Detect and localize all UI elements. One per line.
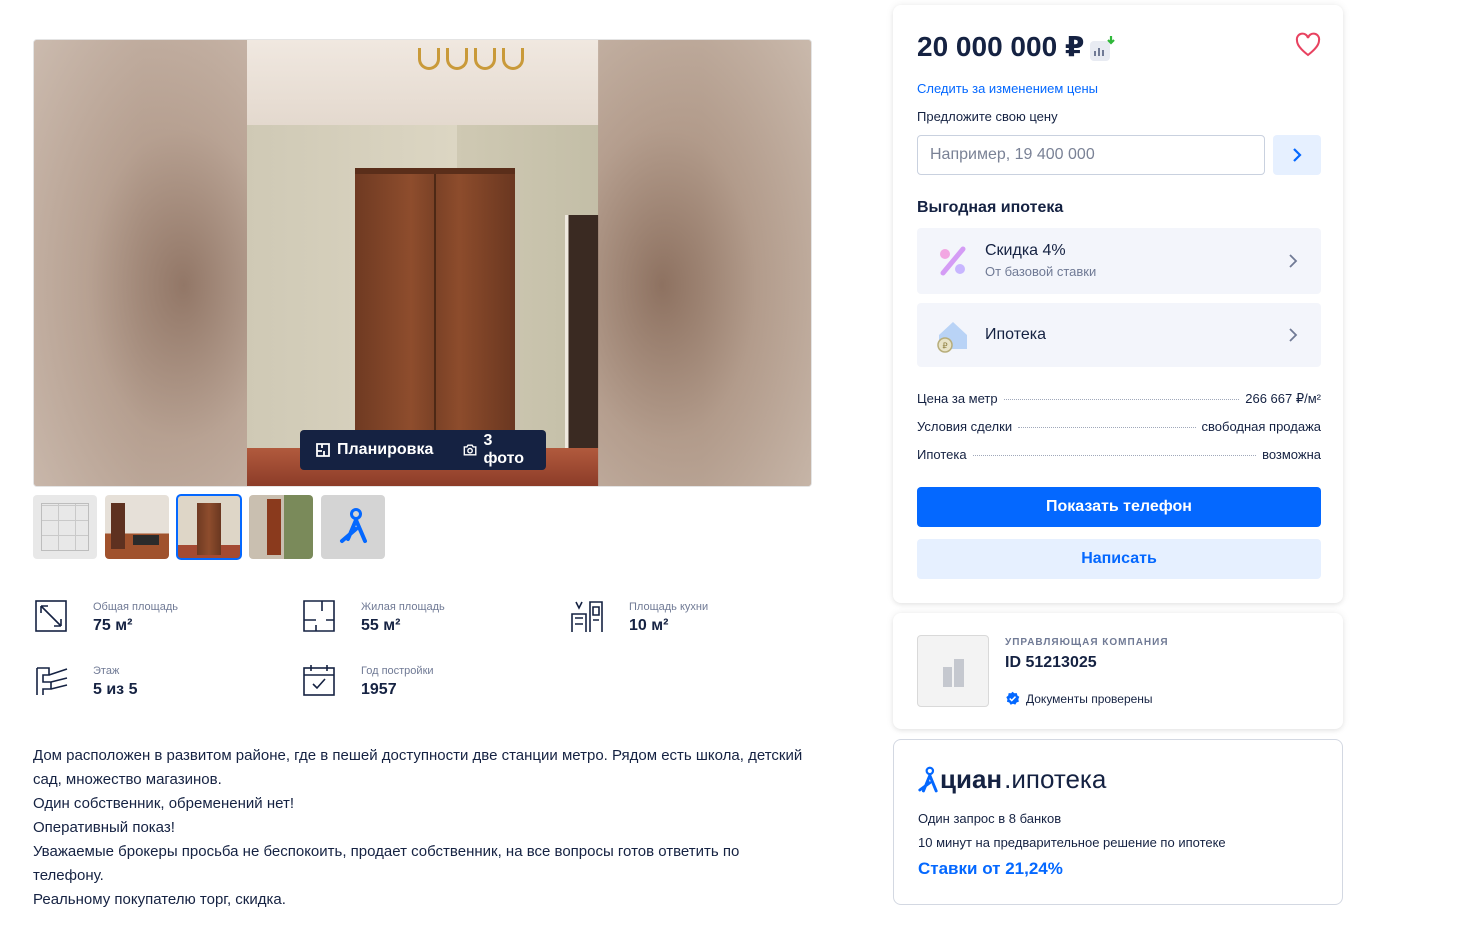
fact-label: Условия сделки — [917, 419, 1013, 434]
photo-chandelier — [412, 40, 532, 80]
thumbnail-photo-active[interactable] — [176, 494, 242, 560]
write-message-button[interactable]: Написать — [917, 539, 1321, 579]
mortgage-section-title: Выгодная ипотека — [917, 199, 1064, 216]
cian-line-decision: 10 минут на предварительное решение по и… — [918, 835, 1226, 850]
price-chart-icon — [1090, 36, 1115, 61]
photo-gallery[interactable]: Планировка 3 фото — [33, 39, 812, 487]
feature-year-built: Год постройки 1957 — [301, 662, 434, 700]
description-paragraph: Реальному покупателю торг, скидка. — [33, 891, 286, 908]
thumbnail-photo[interactable] — [249, 495, 313, 559]
chevron-right-icon — [1289, 328, 1298, 342]
verified-label: Документы проверены — [1026, 691, 1153, 706]
feature-floor: Этаж 5 из 5 — [33, 662, 137, 700]
documents-verified-badge: Документы проверены — [1005, 691, 1153, 706]
kitchen-area-icon — [571, 601, 603, 632]
chevron-right-icon — [1293, 148, 1302, 162]
fact-row: Ипотека возможна — [917, 447, 1321, 475]
price-facts: Цена за метр 266 667 ₽/м² Условия сделки с… — [917, 391, 1321, 475]
description-paragraph: Дом расположен в развитом районе, где в … — [33, 747, 803, 788]
feature-label: Год постройки — [361, 665, 434, 677]
verified-check-icon — [1006, 691, 1020, 705]
photos-count-button[interactable]: 3 фото — [448, 430, 546, 470]
listing-description: Дом расположен в развитом районе, где в … — [33, 744, 813, 912]
cian-product: .ипотека — [1004, 764, 1107, 794]
percent-icon — [940, 246, 966, 276]
feature-value: 10 м² — [629, 617, 669, 634]
mortgage-discount-item[interactable]: Скидка 4% От базовой ставки — [917, 228, 1321, 294]
show-phone-button[interactable]: Показать телефон — [917, 487, 1321, 527]
house-coin-icon: ₽ — [937, 322, 967, 353]
company-logo[interactable] — [917, 635, 989, 707]
fact-value: возможна — [1262, 447, 1321, 462]
discount-title: Скидка 4% — [985, 242, 1066, 259]
heart-icon — [1295, 32, 1321, 57]
offer-submit-button[interactable] — [1273, 135, 1321, 175]
feature-total-area: Общая площадь 75 м² — [33, 598, 178, 636]
camera-icon — [463, 444, 477, 456]
living-area-icon — [303, 600, 335, 632]
feature-label: Этаж — [93, 665, 120, 677]
fact-row: Цена за метр 266 667 ₽/м² — [917, 391, 1321, 419]
company-id[interactable]: ID 51213025 — [1005, 654, 1097, 672]
offer-price-label: Предложите свою цену — [917, 109, 1058, 124]
main-photo[interactable] — [247, 40, 599, 486]
offer-price-input[interactable] — [917, 135, 1265, 175]
cian-line-banks: Один запрос в 8 банков — [918, 811, 1062, 826]
chevron-right-icon — [1289, 254, 1298, 268]
layout-plan-button[interactable]: Планировка — [300, 430, 448, 470]
feature-value: 5 из 5 — [93, 681, 138, 698]
feature-value: 75 м² — [93, 617, 133, 634]
gallery-controls: Планировка 3 фото — [300, 430, 546, 470]
gallery-blur-left — [34, 40, 248, 486]
cian-logo-icon — [918, 766, 938, 792]
gallery-blur-right — [598, 40, 811, 486]
floor-stairs-icon — [36, 667, 68, 695]
price-card: 20 000 000 ₽ Следить за изменением цены … — [893, 5, 1343, 603]
total-area-icon — [35, 600, 67, 632]
layout-plan-label: Планировка — [337, 441, 434, 458]
company-kind: Управляющая компания — [1005, 637, 1169, 648]
thumbnail-strip — [33, 494, 385, 560]
floor-plan-icon — [316, 443, 330, 457]
cian-rate-link[interactable]: Ставки от 21,24% — [918, 859, 1063, 879]
fact-label: Цена за метр — [917, 391, 998, 406]
fact-row: Условия сделки свободная продажа — [917, 419, 1321, 447]
favorite-button[interactable] — [1295, 32, 1321, 58]
description-paragraph: Оперативный показ! — [33, 819, 175, 836]
feature-label: Общая площадь — [93, 601, 178, 613]
price-value: 20 000 000 ₽ — [917, 31, 1085, 62]
map-pin-icon — [340, 508, 367, 543]
feature-value: 55 м² — [361, 617, 401, 634]
follow-price-link[interactable]: Следить за изменением цены — [917, 81, 1098, 96]
mortgage-item-title: Ипотека — [985, 326, 1047, 343]
description-paragraph: Один собственник, обременений нет! — [33, 795, 294, 812]
feature-kitchen-area: Площадь кухни 10 м² — [569, 598, 708, 636]
cian-mortgage-logo: циан .ипотека — [918, 764, 1106, 795]
description-paragraph: Уважаемые брокеры просьба не беспокоить,… — [33, 843, 740, 884]
fact-label: Ипотека — [917, 447, 967, 462]
thumbnail-map[interactable] — [321, 495, 385, 559]
svg-text:₽: ₽ — [942, 342, 947, 351]
mortgage-item[interactable]: ₽ Ипотека — [917, 303, 1321, 367]
company-card: Управляющая компания ID 51213025 Докумен… — [893, 613, 1343, 729]
calendar-icon — [303, 665, 335, 696]
photos-count-label: 3 фото — [483, 432, 525, 467]
fact-value: 266 667 ₽/м² — [1245, 391, 1321, 406]
thumbnail-photo[interactable] — [105, 495, 169, 559]
feature-value: 1957 — [361, 681, 397, 698]
fact-value: свободная продажа — [1201, 419, 1321, 434]
cian-brand: циан — [940, 764, 1003, 794]
thumbnail-layout-plan[interactable] — [33, 495, 97, 559]
building-icon — [943, 659, 964, 687]
price-history-button[interactable] — [1089, 35, 1117, 63]
feature-living-area: Жилая площадь 55 м² — [301, 598, 445, 636]
feature-label: Площадь кухни — [629, 601, 709, 613]
discount-subtitle: От базовой ставки — [985, 264, 1097, 279]
cian-mortgage-card[interactable]: циан .ипотека Один запрос в 8 банков 10 м… — [893, 739, 1343, 905]
feature-label: Жилая площадь — [361, 601, 445, 613]
